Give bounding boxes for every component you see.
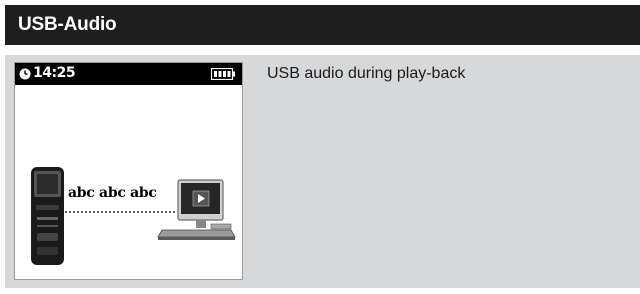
transfer-label: abc abc abc — [68, 185, 157, 201]
device-screen: 14:25 abc abc abc — [14, 62, 243, 280]
status-bar: 14:25 — [15, 63, 242, 85]
battery-full-icon — [211, 68, 235, 80]
usb-transfer-illustration: abc abc abc — [15, 85, 242, 279]
title-bar: USB-Audio — [5, 5, 640, 45]
usb-audio-panel: USB-Audio 14:25 abc abc abc USB audio du… — [5, 5, 640, 288]
media-player-device-icon — [31, 167, 64, 265]
page-title: USB-Audio — [18, 14, 117, 35]
computer-monitor-play-icon — [157, 179, 236, 240]
description-text: USB audio during play-back — [267, 65, 466, 82]
content-area: 14:25 abc abc abc USB audio during play-… — [5, 55, 640, 288]
clock-icon — [19, 68, 31, 80]
clock-time: 14:25 — [33, 65, 76, 81]
